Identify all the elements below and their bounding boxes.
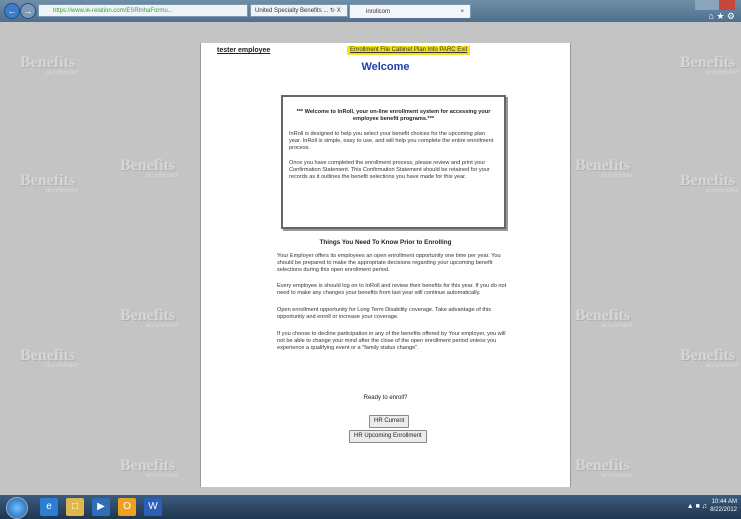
media-icon[interactable]: ▶	[92, 498, 110, 516]
browser-toolbar: ← → https://www.le-relation.com/ESRInhaF…	[0, 0, 741, 22]
back-arrow-icon: ←	[7, 6, 17, 16]
word-icon[interactable]: W	[144, 498, 162, 516]
tab-close-icon[interactable]: ×	[460, 5, 464, 19]
ie-icon[interactable]: e	[40, 498, 58, 516]
gear-icon[interactable]: ⚙	[727, 11, 735, 21]
watermark-logo: Benefitsaccelerator	[120, 307, 179, 329]
watermark-logo: Benefitsaccelerator	[20, 347, 79, 369]
watermark-logo: Benefitsaccelerator	[120, 457, 179, 479]
watermark-logo: Benefitsaccelerator	[680, 347, 739, 369]
browser-tab[interactable]: inrollcom ×	[349, 4, 471, 18]
enrollment-page: tester employee Enrollment File Cabinet …	[200, 43, 571, 487]
watermark-logo: Benefitsaccelerator	[575, 157, 634, 179]
taskbar: e □ ▶ O W ▲ ■ ♫ 10:44 AM 8/22/2012	[0, 495, 741, 519]
forward-button[interactable]: →	[20, 3, 36, 19]
forward-arrow-icon: →	[23, 6, 33, 16]
back-button[interactable]: ←	[4, 3, 20, 19]
welcome-paragraph: Once you have completed the enrollment p…	[289, 160, 490, 180]
hr-upcoming-enrollment-button[interactable]: HR Upcoming Enrollment	[349, 430, 427, 443]
top-nav-links[interactable]: Enrollment File Cabinet Plan Info PARC E…	[350, 47, 467, 53]
watermark-logo: Benefitsaccelerator	[20, 172, 79, 194]
info-paragraph: If you choose to decline participation i…	[277, 331, 506, 351]
home-icon[interactable]: ⌂	[708, 11, 713, 21]
address-bar[interactable]: https://www.le-relation.com/ESRInhaFormu…	[38, 4, 248, 17]
watermark-logo: Benefitsaccelerator	[680, 172, 739, 194]
top-nav-bar: Enrollment File Cabinet Plan Info PARC E…	[347, 46, 471, 55]
address-tools[interactable]: United Specialty Benefits ... ↻ X	[250, 4, 348, 17]
outlook-icon[interactable]: O	[118, 498, 136, 516]
taskbar-clock[interactable]: 10:44 AM 8/22/2012	[710, 498, 737, 514]
watermark-logo: Benefitsaccelerator	[575, 457, 634, 479]
info-paragraph: Open enrollment opportunity for Long Ter…	[277, 307, 492, 320]
watermark-logo: Benefitsaccelerator	[680, 54, 739, 76]
info-paragraph: Your Employer offers its employees an op…	[277, 253, 501, 273]
page-title: Welcome	[361, 61, 410, 73]
window-controls	[695, 0, 737, 10]
watermark-logo: Benefitsaccelerator	[120, 157, 179, 179]
user-name-link[interactable]: tester employee	[217, 47, 270, 54]
ready-text: Ready to enroll?	[363, 395, 408, 401]
hr-current-button[interactable]: HR Current	[369, 415, 410, 428]
start-button[interactable]	[6, 497, 28, 519]
clock-date: 8/22/2012	[710, 507, 737, 513]
maximize-button[interactable]	[707, 0, 719, 10]
welcome-paragraph: InRoll is designed to help you select yo…	[289, 131, 494, 151]
welcome-box: *** Welcome to InRoll, your on-line enro…	[281, 95, 506, 229]
info-paragraph: Every employee is should log on to InRol…	[277, 283, 507, 296]
watermark-logo: Benefitsaccelerator	[20, 54, 79, 76]
system-tray[interactable]: ▲ ■ ♫	[687, 503, 707, 510]
browser-icons: ⌂ ★ ⚙	[708, 11, 735, 22]
section-title: Things You Need To Know Prior to Enrolli…	[319, 239, 452, 246]
close-window-button[interactable]	[719, 0, 735, 10]
watermark-logo: Benefitsaccelerator	[575, 307, 634, 329]
welcome-heading: *** Welcome to InRoll, your on-line enro…	[296, 109, 491, 122]
tab-title: inrollcom	[366, 9, 391, 15]
clock-time: 10:44 AM	[711, 499, 737, 505]
star-icon[interactable]: ★	[716, 11, 724, 21]
minimize-button[interactable]	[695, 0, 707, 10]
folder-icon[interactable]: □	[66, 498, 84, 516]
